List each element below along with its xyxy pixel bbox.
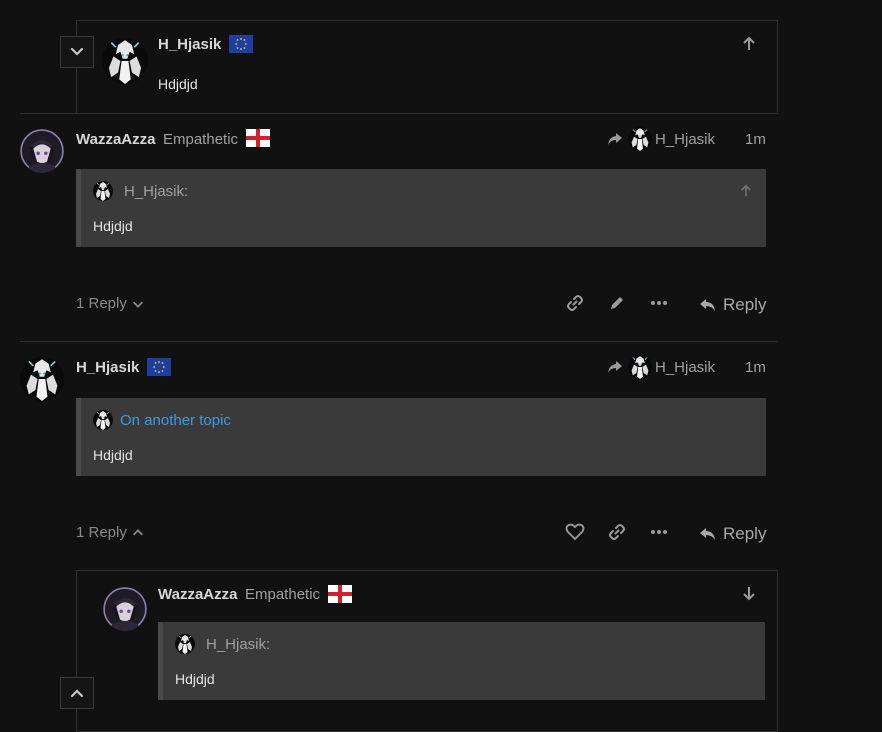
heart-icon[interactable] bbox=[565, 523, 585, 541]
quote-body: Hdjdjd bbox=[93, 447, 133, 463]
post-body: Hdjdjd bbox=[158, 76, 198, 92]
username[interactable]: H_Hjasik bbox=[76, 359, 139, 376]
eu-flag-icon bbox=[147, 358, 171, 376]
quote-topic-link[interactable]: On another topic bbox=[120, 412, 231, 429]
england-flag-icon bbox=[328, 585, 352, 603]
reply-button[interactable]: Reply bbox=[699, 295, 766, 315]
reply-label: Reply bbox=[723, 524, 767, 543]
chevron-down-icon bbox=[70, 47, 84, 56]
post-time[interactable]: 1m bbox=[745, 131, 766, 148]
replies-toggle[interactable]: 1 Reply bbox=[76, 524, 145, 541]
avatar[interactable] bbox=[102, 38, 148, 84]
reply-icon bbox=[700, 528, 715, 540]
username[interactable]: H_Hjasik bbox=[158, 36, 221, 53]
avatar[interactable] bbox=[103, 587, 147, 631]
username[interactable]: WazzaAzza bbox=[76, 131, 155, 148]
reply-icon bbox=[700, 299, 715, 311]
more-options-icon[interactable] bbox=[650, 298, 668, 308]
chevron-up-icon bbox=[132, 528, 143, 535]
replies-count: 1 Reply bbox=[76, 295, 127, 312]
more-options-icon[interactable] bbox=[650, 527, 668, 537]
eu-flag-icon bbox=[229, 35, 253, 53]
reply-to-indicator[interactable] bbox=[606, 355, 652, 379]
replies-count: 1 Reply bbox=[76, 524, 127, 541]
quote-author: H_Hjasik: bbox=[206, 636, 271, 653]
quote-body: Hdjdjd bbox=[93, 218, 133, 234]
collapse-button[interactable] bbox=[60, 36, 94, 68]
chevron-down-icon bbox=[132, 301, 143, 308]
reply-button[interactable]: Reply bbox=[699, 524, 766, 544]
avatar-small bbox=[93, 410, 113, 430]
avatar-small bbox=[175, 634, 195, 654]
share-arrow-icon bbox=[608, 361, 622, 373]
nested-post-container bbox=[76, 20, 778, 114]
avatar[interactable] bbox=[20, 129, 64, 173]
replies-toggle[interactable]: 1 Reply bbox=[76, 295, 145, 312]
avatar-small bbox=[628, 127, 652, 151]
pencil-icon[interactable] bbox=[608, 294, 626, 312]
quote-block bbox=[76, 169, 766, 247]
user-title: Empathetic bbox=[245, 586, 321, 603]
scroll-to-top-button[interactable] bbox=[60, 677, 94, 709]
avatar-small bbox=[93, 181, 113, 201]
link-icon[interactable] bbox=[608, 523, 626, 541]
quote-block bbox=[158, 622, 765, 700]
arrow-up-icon[interactable] bbox=[739, 184, 753, 198]
chevron-up-icon bbox=[70, 689, 84, 698]
reply-to-username[interactable]: H_Hjasik bbox=[655, 359, 715, 376]
reply-to-indicator[interactable] bbox=[606, 127, 652, 151]
arrow-up-icon[interactable] bbox=[741, 36, 757, 52]
user-title: Empathetic bbox=[163, 131, 239, 148]
divider bbox=[20, 113, 777, 114]
reply-to-username[interactable]: H_Hjasik bbox=[655, 131, 715, 148]
reply-label: Reply bbox=[723, 295, 767, 314]
avatar[interactable] bbox=[20, 357, 64, 401]
username[interactable]: WazzaAzza bbox=[158, 586, 237, 603]
quote-block bbox=[76, 398, 766, 476]
post-time[interactable]: 1m bbox=[745, 359, 766, 376]
arrow-down-icon[interactable] bbox=[741, 585, 757, 601]
avatar-small bbox=[628, 355, 652, 379]
divider bbox=[20, 341, 777, 342]
quote-author: H_Hjasik: bbox=[124, 183, 189, 200]
england-flag-icon bbox=[246, 129, 270, 147]
link-icon[interactable] bbox=[566, 294, 584, 312]
quote-body: Hdjdjd bbox=[175, 671, 215, 687]
share-arrow-icon bbox=[608, 133, 622, 145]
